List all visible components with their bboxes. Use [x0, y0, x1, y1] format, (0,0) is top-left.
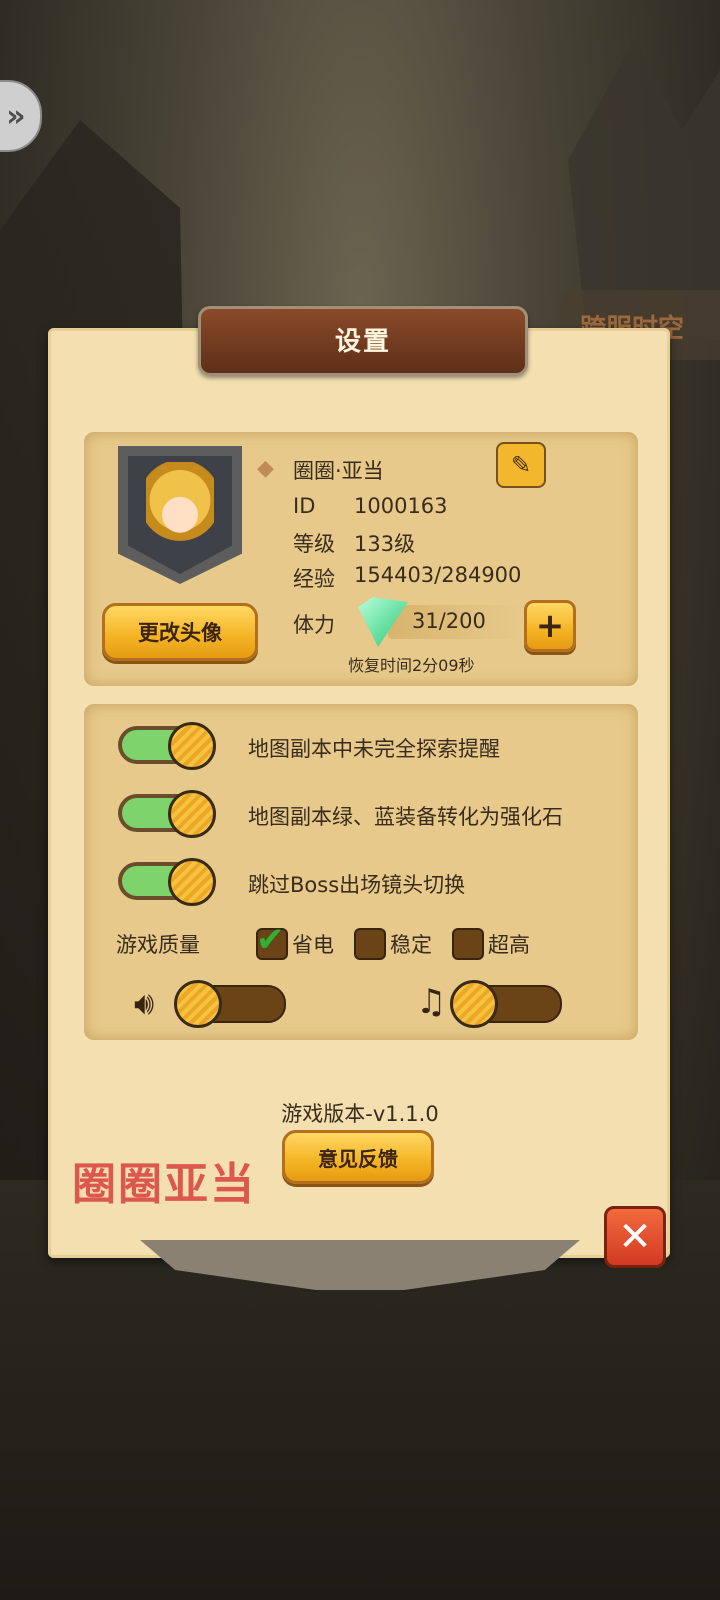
edit-note-icon[interactable]: ✎ — [496, 442, 546, 488]
quality-label: 游戏质量 — [116, 933, 200, 957]
music-volume-slider[interactable] — [450, 980, 562, 1028]
game-version: 游戏版本-v1.1.0 — [281, 1102, 439, 1126]
avatar-portrait — [146, 462, 214, 558]
title-banner: 设置 — [198, 306, 528, 376]
page-title: 设置 — [334, 327, 391, 357]
toggle-skip-boss-cutscene[interactable] — [118, 858, 216, 906]
speaker-icon: 🔊︎ — [134, 984, 155, 1022]
id-value: 1000163 — [354, 494, 448, 518]
double-chevron-right-icon: » — [6, 98, 26, 134]
option-label: 地图副本中未完全探索提醒 — [248, 737, 500, 761]
toggle-knob — [168, 790, 216, 838]
sound-volume-slider[interactable] — [174, 980, 286, 1028]
toggle-explore-reminder[interactable] — [118, 722, 216, 770]
toggle-equipment-convert[interactable] — [118, 790, 216, 838]
change-avatar-button[interactable]: 更改头像 — [102, 603, 258, 661]
toggle-knob — [168, 722, 216, 770]
stamina-label: 体力 — [293, 613, 335, 637]
id-label: ID — [293, 494, 316, 518]
level-label: 等级 — [293, 532, 335, 556]
quality-option: 稳定 — [390, 933, 432, 957]
level-value: 133级 — [354, 532, 416, 556]
player-name: 圈圈·亚当 — [293, 459, 384, 483]
quality-option: 省电 — [292, 933, 334, 957]
music-note-icon: ♫ — [416, 982, 447, 1022]
quality-checkbox-ultra[interactable] — [452, 928, 484, 960]
toggle-knob — [168, 858, 216, 906]
feedback-button[interactable]: 意见反馈 — [282, 1130, 434, 1184]
watermark-text: 圈圈亚当 — [72, 1159, 256, 1210]
name-diamond-icon: ◆ — [257, 456, 274, 481]
option-label: 地图副本绿、蓝装备转化为强化石 — [248, 805, 563, 829]
close-button[interactable]: ✕ — [604, 1206, 666, 1268]
slider-knob[interactable] — [450, 980, 498, 1028]
exp-label: 经验 — [293, 567, 335, 591]
slider-knob[interactable] — [174, 980, 222, 1028]
quality-checkbox-stable[interactable] — [354, 928, 386, 960]
stamina-value: 31/200 — [412, 609, 486, 633]
recover-time: 恢复时间2分09秒 — [348, 656, 475, 675]
quality-option: 超高 — [488, 933, 530, 957]
close-icon: ✕ — [618, 1214, 652, 1260]
exp-value: 154403/284900 — [354, 563, 522, 587]
option-label: 跳过Boss出场镜头切换 — [248, 873, 466, 897]
add-stamina-button[interactable]: + — [524, 600, 576, 652]
check-icon: ✔ — [256, 920, 285, 960]
